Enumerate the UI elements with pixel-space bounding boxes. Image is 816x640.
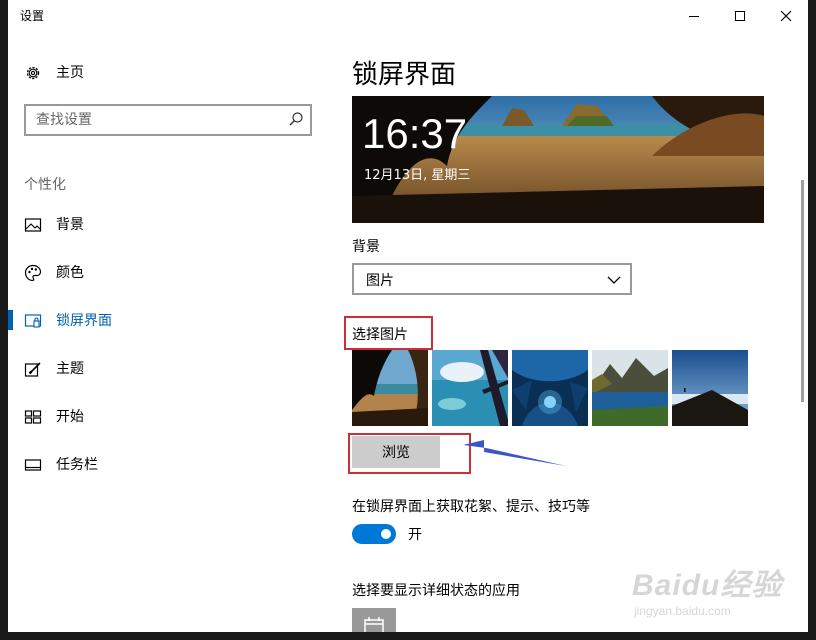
lock-screen-preview: 16:37 12月13日, 星期三: [352, 96, 764, 223]
spotlight-toggle[interactable]: [352, 524, 396, 544]
sidebar-item-taskbar[interactable]: 任务栏: [8, 440, 328, 488]
watermark-logo: Baidu经验: [632, 569, 783, 602]
thumbnail-window-sea[interactable]: [432, 350, 508, 426]
sidebar-item-label: 颜色: [56, 265, 84, 281]
watermark-url: jingyan.baidu.com: [634, 604, 731, 618]
selected-indicator: [8, 310, 13, 330]
thumbnail-ice-cave[interactable]: [512, 350, 588, 426]
detail-status-app-button[interactable]: [352, 608, 396, 632]
sidebar-item-colors[interactable]: 颜色: [8, 248, 328, 296]
thumbnail-image: [592, 350, 668, 426]
scrollbar-thumb[interactable]: [801, 180, 804, 402]
sidebar: 主页 个性化 背景 颜色 锁屏界面: [8, 32, 328, 632]
sidebar-item-label: 主页: [56, 65, 84, 81]
thumbnail-coast-sunrise[interactable]: [672, 350, 748, 426]
detail-status-apps-label: 选择要显示详细状态的应用: [352, 583, 520, 599]
taskbar-icon: [24, 456, 42, 474]
gear-icon: [24, 64, 42, 82]
title-bar: 设置: [8, 0, 808, 32]
section-heading: 个性化: [24, 177, 66, 193]
sidebar-item-background[interactable]: 背景: [8, 200, 328, 248]
thumbnail-image: [352, 350, 428, 426]
start-icon: [24, 408, 42, 426]
sidebar-item-themes[interactable]: 主题: [8, 344, 328, 392]
toggle-state-label: 开: [408, 527, 422, 543]
sidebar-item-lock-screen[interactable]: 锁屏界面: [8, 296, 328, 344]
thumbnail-mountain-lake[interactable]: [592, 350, 668, 426]
sidebar-item-label: 锁屏界面: [56, 313, 112, 329]
thumbnail-image: [672, 350, 748, 426]
sidebar-item-start[interactable]: 开始: [8, 392, 328, 440]
sidebar-item-label: 背景: [56, 217, 84, 233]
search-input[interactable]: [26, 106, 276, 134]
sidebar-item-label: 任务栏: [56, 457, 98, 473]
toggle-knob: [381, 529, 391, 539]
choose-picture-label: 选择图片: [352, 327, 408, 343]
preview-time: 16:37: [362, 110, 468, 157]
spotlight-label: 在锁屏界面上获取花絮、提示、技巧等: [352, 499, 590, 515]
image-icon: [24, 216, 42, 234]
search-icon[interactable]: [288, 111, 304, 127]
lock-screen-icon: [24, 312, 42, 330]
browse-button[interactable]: 浏览: [352, 436, 440, 468]
window-title: 设置: [20, 9, 45, 23]
maximize-icon: [735, 11, 745, 21]
background-dropdown[interactable]: 图片: [352, 263, 632, 295]
maximize-button[interactable]: [717, 0, 763, 32]
minimize-icon: [689, 15, 699, 17]
thumbnail-image: [432, 350, 508, 426]
sidebar-item-home[interactable]: 主页: [8, 48, 328, 96]
calendar-icon: [364, 617, 384, 632]
background-dropdown-value: 图片: [366, 273, 394, 289]
sidebar-item-label: 主题: [56, 361, 84, 377]
thumbnail-image: [512, 350, 588, 426]
brush-icon: [24, 360, 42, 378]
search-field[interactable]: [24, 104, 312, 136]
palette-icon: [24, 264, 42, 282]
page-title: 锁屏界面: [352, 60, 457, 90]
thumbnail-beach-cave[interactable]: [352, 350, 428, 426]
sidebar-item-label: 开始: [56, 409, 84, 425]
close-button[interactable]: [763, 0, 808, 32]
minimize-button[interactable]: [671, 0, 717, 32]
watermark: Baidu经验 jingyan.baidu.com: [632, 560, 792, 626]
main-content: 锁屏界面 16:37 12月13日, 星期三 背景 图片 选择图片 浏览 在锁屏…: [328, 32, 808, 632]
settings-window: 设置 主页 个性化: [8, 0, 808, 632]
chevron-down-icon: [607, 276, 621, 284]
preview-date: 12月13日, 星期三: [364, 168, 471, 183]
background-label: 背景: [352, 239, 380, 255]
close-icon: [780, 10, 792, 22]
